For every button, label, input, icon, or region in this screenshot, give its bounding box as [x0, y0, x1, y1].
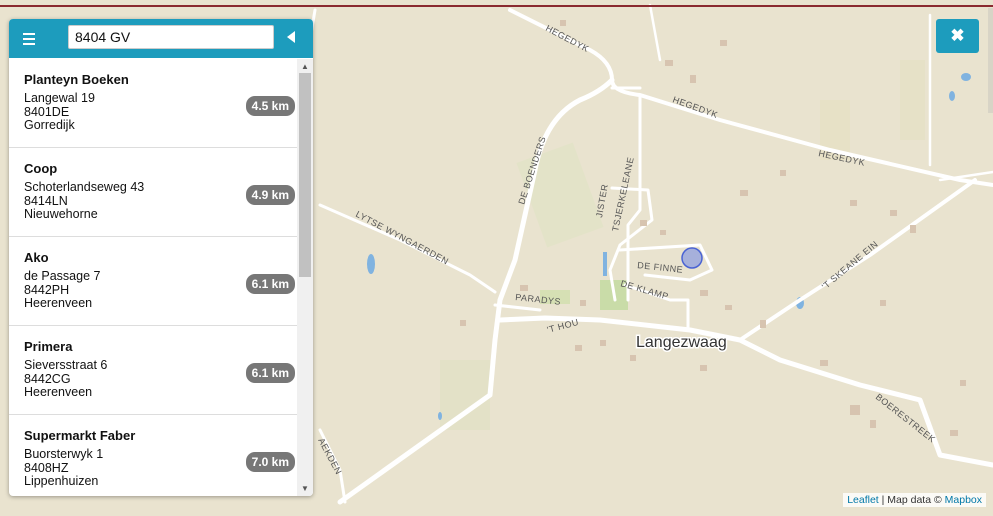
distance-badge: 4.5 km [245, 96, 295, 116]
distance-badge: 6.1 km [245, 363, 295, 383]
store-name: Primera [24, 339, 73, 354]
store-city: Nieuwehorne [24, 207, 98, 221]
attribution-separator: | Map data © [878, 494, 945, 506]
caret-left-icon[interactable] [287, 31, 295, 43]
town-label: Langezwaag [636, 334, 727, 351]
scroll-thumb[interactable] [299, 73, 311, 277]
hamburger-icon[interactable] [17, 27, 41, 49]
store-locator-panel: Planteyn Boeken Langewal 19 8401DE Gorre… [9, 19, 313, 496]
close-icon[interactable]: ✖ [936, 19, 979, 53]
list-item[interactable]: Primera Sieversstraat 6 8442CG Heerenvee… [9, 326, 297, 415]
search-input[interactable] [68, 25, 274, 49]
distance-badge: 6.1 km [245, 274, 295, 294]
list-item[interactable]: Supermarkt Faber Buorsterwyk 1 8408HZ Li… [9, 415, 297, 496]
results-list[interactable]: Planteyn Boeken Langewal 19 8401DE Gorre… [9, 59, 297, 496]
leaflet-link[interactable]: Leaflet [847, 494, 879, 506]
location-marker[interactable] [681, 247, 703, 269]
map-attribution: Leaflet | Map data © Mapbox [843, 493, 986, 507]
distance-badge: 7.0 km [245, 452, 295, 472]
panel-header [9, 19, 313, 58]
scroll-down-arrow-icon[interactable]: ▼ [301, 484, 309, 493]
list-item[interactable]: Planteyn Boeken Langewal 19 8401DE Gorre… [9, 59, 297, 148]
store-city: Gorredijk [24, 118, 75, 132]
store-name: Supermarkt Faber [24, 428, 136, 443]
store-name: Coop [24, 161, 58, 176]
top-border [0, 5, 993, 7]
list-item[interactable]: Ako de Passage 7 8442PH Heerenveen 6.1 k… [9, 237, 297, 326]
scroll-up-arrow-icon[interactable]: ▲ [301, 62, 309, 71]
store-name: Planteyn Boeken [24, 72, 129, 87]
list-item[interactable]: Coop Schoterlandseweg 43 8414LN Nieuweho… [9, 148, 297, 237]
store-city: Heerenveen [24, 385, 93, 399]
page-scrollbar[interactable] [988, 8, 993, 113]
distance-badge: 4.9 km [245, 185, 295, 205]
mapbox-link[interactable]: Mapbox [945, 494, 982, 506]
store-city: Heerenveen [24, 296, 93, 310]
results-scrollbar[interactable]: ▲ ▼ [297, 59, 313, 496]
store-name: Ako [24, 250, 49, 265]
store-city: Lippenhuizen [24, 474, 99, 488]
